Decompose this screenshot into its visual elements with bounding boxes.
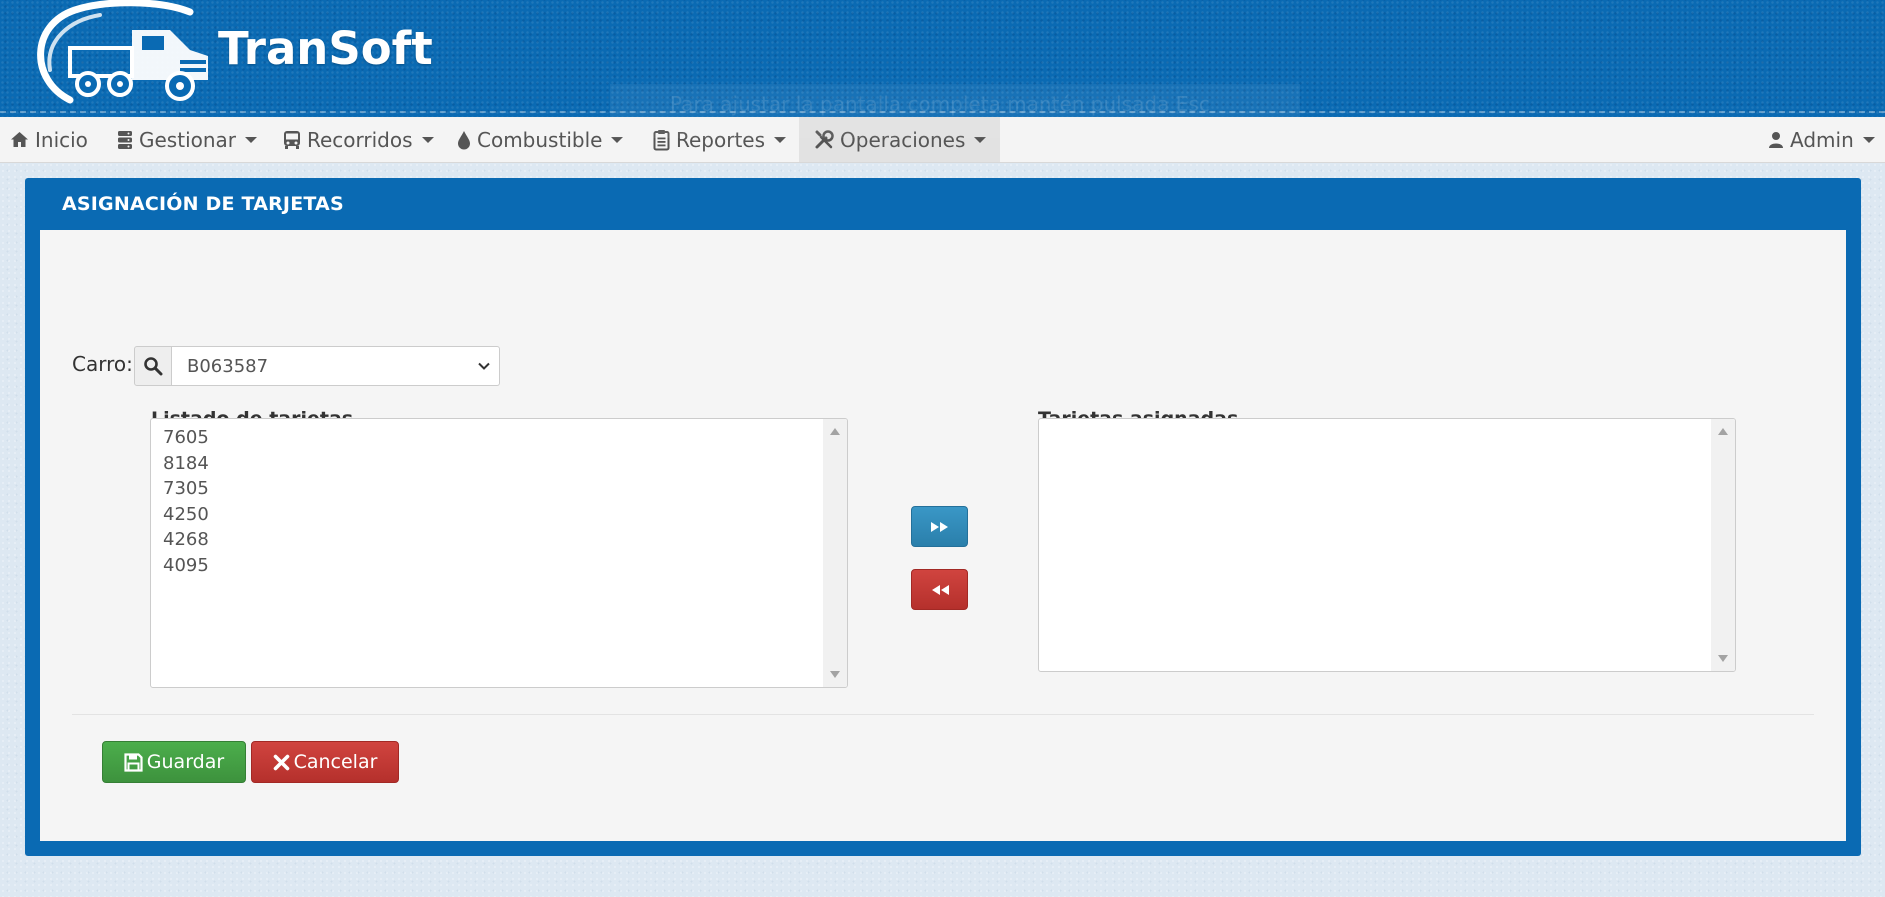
- user-icon: [1769, 131, 1783, 148]
- caret-down-icon: [421, 136, 434, 143]
- form-divider: [72, 714, 1814, 715]
- save-label: Guardar: [146, 751, 225, 773]
- scroll-up-arrow-icon[interactable]: [1718, 428, 1728, 435]
- brand-title: TranSoft: [218, 22, 433, 75]
- search-icon: [144, 357, 163, 376]
- scroll-down-arrow-icon[interactable]: [1718, 655, 1728, 662]
- nav-label: Inicio: [35, 127, 88, 152]
- carro-select[interactable]: B063587: [172, 346, 500, 386]
- list-item[interactable]: 7605: [163, 425, 209, 451]
- user-label: Admin: [1790, 127, 1854, 152]
- fuel-drop-icon: [458, 130, 470, 149]
- list-item[interactable]: 4268: [163, 527, 209, 553]
- scroll-up-arrow-icon[interactable]: [830, 428, 840, 435]
- carro-selected-value: B063587: [187, 355, 269, 377]
- caret-down-icon: [245, 136, 258, 143]
- cancel-button[interactable]: Cancelar: [251, 741, 399, 783]
- caret-down-icon: [1862, 136, 1875, 143]
- list-item[interactable]: 8184: [163, 451, 209, 477]
- panel-body: Carro: B063587 Listado de tarjetas 7605 …: [40, 230, 1846, 841]
- nav-label: Gestionar: [139, 127, 237, 152]
- scrollbar[interactable]: [1711, 419, 1735, 671]
- home-icon: [11, 132, 28, 147]
- truck-logo-icon: [37, 0, 208, 104]
- nav-item-recorridos[interactable]: Recorridos: [283, 117, 434, 162]
- assigned-cards-list[interactable]: [1038, 418, 1736, 672]
- database-icon: [118, 130, 132, 149]
- nav-item-inicio[interactable]: Inicio: [10, 117, 88, 162]
- fast-backward-icon: [931, 584, 949, 595]
- list-item[interactable]: 7305: [163, 476, 209, 502]
- chevron-down-icon: [478, 362, 490, 370]
- list-item[interactable]: 4250: [163, 502, 209, 528]
- nav-label: Combustible: [477, 127, 603, 152]
- fullscreen-toast: Para ajustar la pantalla completa mantén…: [610, 84, 1300, 138]
- bus-icon: [284, 130, 300, 149]
- card-assignment-panel: ASIGNACIÓN DE TARJETAS Carro: B063587 Li…: [25, 178, 1861, 856]
- floppy-disk-icon: [124, 752, 143, 772]
- nav-item-user[interactable]: Admin: [1768, 117, 1875, 162]
- available-cards-list[interactable]: 7605 8184 7305 4250 4268 4095: [150, 418, 848, 688]
- save-button[interactable]: Guardar: [102, 741, 246, 783]
- list-item[interactable]: 4095: [163, 553, 209, 579]
- search-addon: [134, 346, 172, 386]
- scrollbar[interactable]: [823, 419, 847, 687]
- nav-label: Recorridos: [307, 127, 413, 152]
- close-icon: [273, 754, 289, 770]
- scroll-down-arrow-icon[interactable]: [830, 671, 840, 678]
- nav-item-combustible[interactable]: Combustible: [457, 117, 624, 162]
- fast-forward-icon: [930, 521, 948, 532]
- cancel-label: Cancelar: [293, 751, 378, 773]
- carro-label: Carro:: [72, 352, 133, 376]
- move-left-button[interactable]: [911, 569, 968, 610]
- available-options: 7605 8184 7305 4250 4268 4095: [163, 425, 209, 578]
- panel-title: ASIGNACIÓN DE TARJETAS: [62, 193, 344, 215]
- move-right-button[interactable]: [911, 506, 968, 547]
- nav-item-gestionar[interactable]: Gestionar: [117, 117, 258, 162]
